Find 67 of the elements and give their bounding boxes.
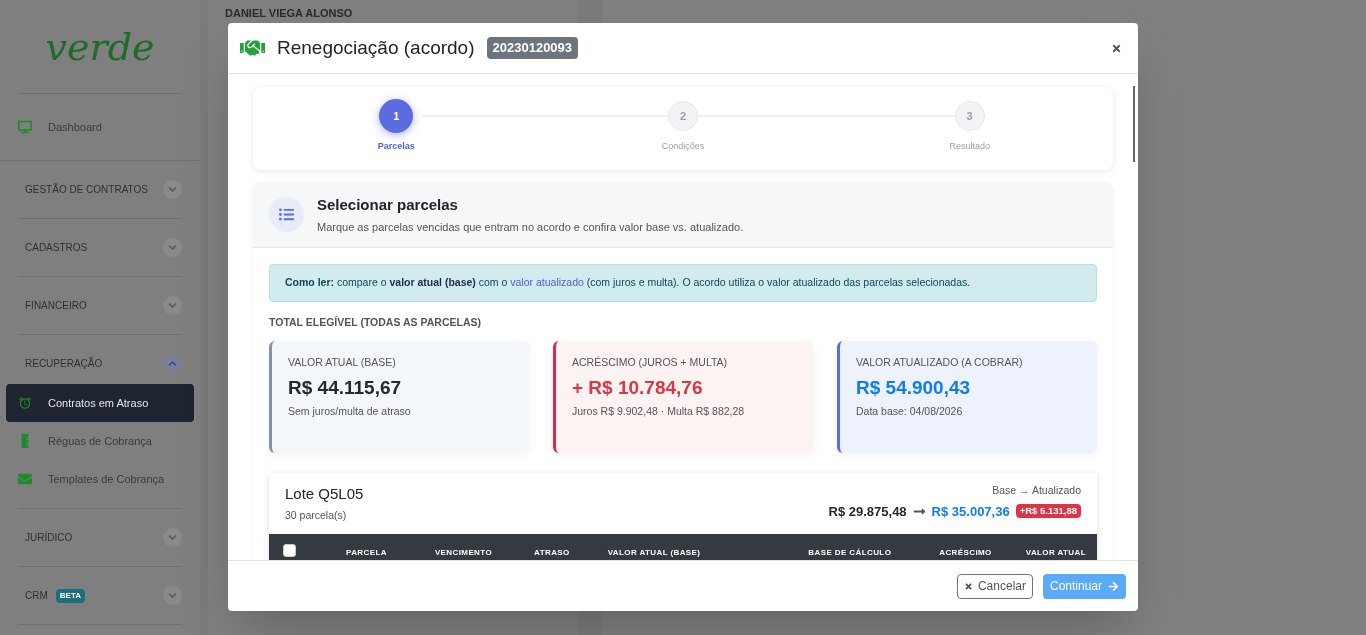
info-alert: Como ler: compare o valor atual (base) com o valor atualizado (com juros e multa). O acordo utiliza o valor atualizado das parcelas selecionadas. (269, 264, 1097, 302)
section-heading: RECUPERAÇÃO (25, 356, 103, 371)
step-label: Resultado (949, 140, 990, 153)
section-heading: CADASTROS (25, 241, 88, 255)
customer-name: DANIEL VIEGA ALONSO (225, 7, 353, 19)
column-header: VALOR ATUAL (1025, 548, 1086, 558)
arrow-right-icon (1108, 580, 1119, 592)
monitor-icon (18, 120, 32, 134)
column-header: PARCELA (346, 548, 387, 558)
section-subtitle: Marque as parcelas vencidas que entram no acordo e confira valor base vs. atualizado. (317, 219, 744, 235)
sidebar-item[interactable]: Réguas de Cobrança (6, 422, 194, 460)
lot-title: Lote Q5L05 (285, 483, 364, 504)
beta-badge: BETA (55, 588, 85, 603)
close-icon (1110, 42, 1122, 54)
total-value: + R$ 10.784,76 (572, 375, 704, 400)
section-toggle[interactable] (163, 528, 182, 547)
section-heading: JURÍDICO (25, 530, 73, 545)
comparison-caption: Base → Atualizado (992, 482, 1081, 498)
close-icon (963, 581, 973, 591)
handshake-icon (240, 38, 265, 58)
chevron-down-icon (168, 533, 177, 542)
column-header: ATRASO (534, 548, 570, 558)
chevron-up-icon (168, 359, 177, 368)
alarm-clock-icon (18, 396, 32, 410)
column-header: ACRÉSCIMO (939, 548, 992, 558)
totals-heading: TOTAL ELEGÍVEL (TODAS AS PARCELAS) (269, 314, 481, 330)
envelope-icon (18, 472, 32, 486)
logo: verde (45, 27, 155, 66)
difference-badge: +R$ 5.131,88 (1015, 504, 1081, 519)
section-heading: FINANCEIRO (25, 299, 87, 313)
cancel-button[interactable]: Cancelar (956, 573, 1033, 599)
total-note: Juros R$ 9.902,48 · Multa R$ 882,28 (572, 404, 746, 419)
modal-title: Renegociação (acordo) (277, 35, 475, 60)
section-toggle[interactable] (163, 238, 182, 257)
base-amount: R$ 29.875,48 (828, 502, 907, 521)
total-label: VALOR ATUALIZADO (A COBRAR) (856, 354, 1024, 370)
section-heading: GESTÃO DE CONTRATOS (25, 182, 148, 197)
installment-count: 30 parcela(s) (285, 508, 348, 524)
section-toggle[interactable] (163, 180, 182, 199)
sidebar-item[interactable]: Templates de Cobrança (6, 460, 194, 498)
total-note: Data base: 04/08/2026 (856, 404, 964, 419)
chevron-down-icon (168, 591, 177, 600)
section-toggle[interactable] (163, 586, 182, 605)
section-toggle[interactable] (163, 296, 182, 315)
continue-button[interactable]: Continuar (1042, 573, 1126, 599)
chevron-down-icon (168, 301, 177, 310)
total-label: ACRÉSCIMO (JUROS + MULTA) (572, 354, 729, 370)
select-all-checkbox[interactable] (283, 544, 296, 557)
column-header: VALOR ATUAL (BASE) (607, 548, 701, 558)
list-icon (279, 207, 294, 222)
contract-number-badge: 20230120093 (486, 37, 579, 59)
section-title: Selecionar parcelas (317, 195, 459, 215)
chevron-down-icon (168, 243, 177, 252)
column-header: BASE DE CÁLCULO (808, 548, 892, 558)
section-heading: CRM (25, 589, 48, 603)
section-toggle[interactable] (163, 354, 182, 373)
sidebar-item[interactable]: Dashboard (6, 108, 194, 146)
step-label: Condições (661, 140, 705, 153)
sidebar-item[interactable]: Contratos em Atraso (6, 384, 194, 422)
total-note: Sem juros/multa de atraso (288, 404, 412, 419)
column-header: VENCIMENTO (434, 548, 493, 558)
chevron-down-icon (168, 185, 177, 194)
updated-amount: R$ 35.007,36 (931, 502, 1010, 521)
total-label: VALOR ATUAL (BASE) (288, 354, 397, 370)
total-value: R$ 44.115,67 (288, 375, 403, 400)
step-label: Parcelas (377, 140, 415, 153)
total-value: R$ 54.900,43 (856, 375, 972, 400)
